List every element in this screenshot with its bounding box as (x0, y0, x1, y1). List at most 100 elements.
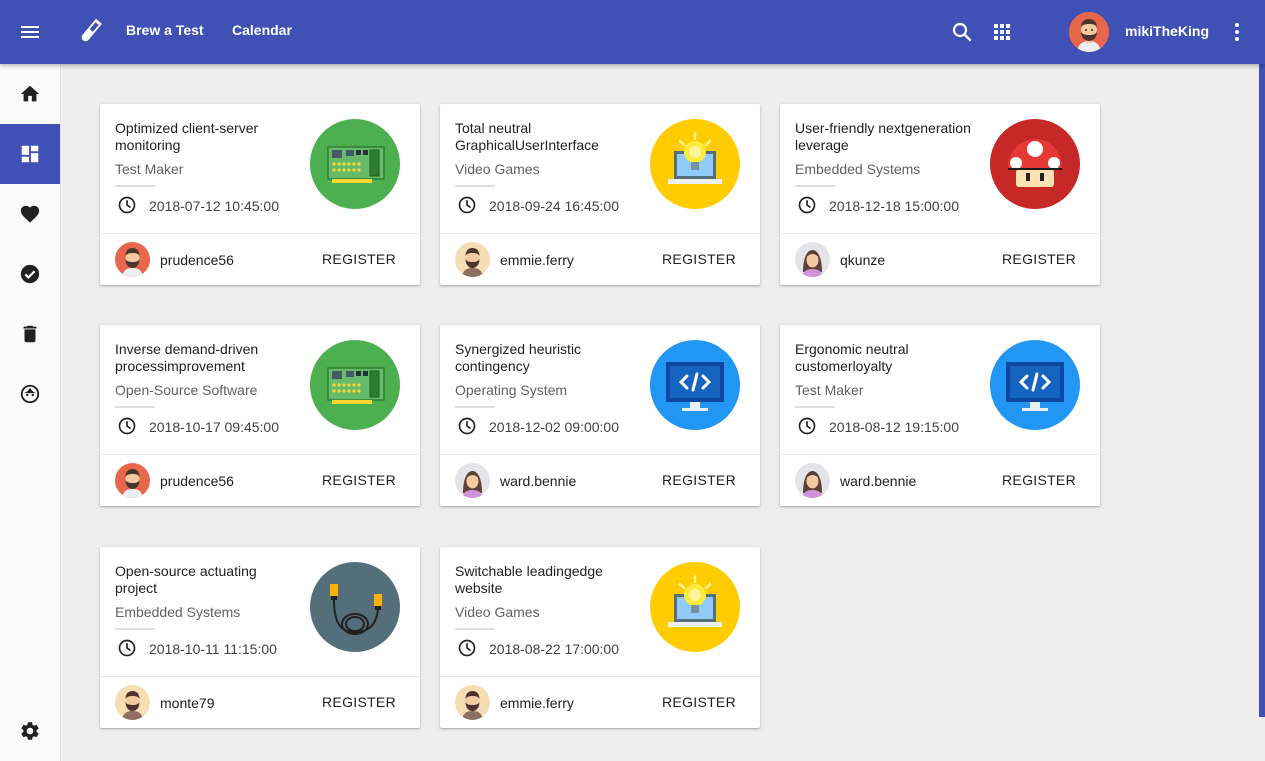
check-circle-icon (20, 264, 40, 284)
sidebar-item-trash[interactable] (0, 304, 60, 364)
avatar[interactable] (795, 463, 830, 498)
card-separator (440, 454, 760, 455)
gear-icon (21, 722, 39, 740)
test-tube-icon[interactable] (74, 16, 106, 48)
search-icon[interactable] (950, 20, 974, 44)
register-button[interactable]: REGISTER (658, 465, 740, 495)
card-title: Ergonomic neutral customerloyalty (795, 341, 909, 374)
test-card[interactable]: Open-source actuating project Embedded Sy… (100, 547, 420, 728)
trash-icon (23, 325, 37, 343)
app-bar: Brew a Test Calendar mikiTheKing (0, 0, 1265, 64)
mushroom-icon (990, 119, 1080, 209)
card-category: Embedded Systems (795, 161, 921, 177)
card-divider (795, 406, 835, 408)
scroll-edge (1259, 64, 1265, 717)
register-button[interactable]: REGISTER (318, 465, 400, 495)
card-separator (100, 233, 420, 234)
card-author[interactable]: qkunze (840, 252, 885, 268)
dashboard-icon (21, 145, 39, 163)
username[interactable]: mikiTheKing (1125, 23, 1209, 39)
test-card[interactable]: User-friendly nextgeneration leverage Emb… (780, 104, 1100, 285)
card-divider (115, 628, 155, 630)
card-category: Embedded Systems (115, 604, 241, 620)
avatar[interactable] (115, 685, 150, 720)
register-button[interactable]: REGISTER (998, 244, 1080, 274)
clock-icon (117, 195, 137, 215)
card-author[interactable]: ward.bennie (500, 473, 576, 489)
sidebar-item-settings[interactable] (0, 701, 60, 761)
clock-icon (797, 195, 817, 215)
card-separator (780, 454, 1100, 455)
heart-icon (20, 205, 40, 223)
card-date: 2018-08-22 17:00:00 (489, 641, 619, 657)
card-date: 2018-10-17 09:45:00 (149, 419, 279, 435)
sidebar-item-completed[interactable] (0, 244, 60, 304)
clock-icon (457, 195, 477, 215)
register-button[interactable]: REGISTER (318, 687, 400, 717)
register-button[interactable]: REGISTER (658, 687, 740, 717)
avatar[interactable] (455, 685, 490, 720)
avatar[interactable] (455, 463, 490, 498)
card-title: Inverse demand-driven processimprovement (115, 341, 259, 374)
clock-icon (457, 416, 477, 436)
clock-icon (117, 416, 137, 436)
test-card[interactable]: Ergonomic neutral customerloyalty Test Ma… (780, 325, 1100, 506)
test-card[interactable]: Synergized heuristic contingency Operatin… (440, 325, 760, 506)
face-icon (20, 384, 40, 404)
card-title: Total neutral GraphicalUserInterface (455, 120, 599, 153)
card-author[interactable]: monte79 (160, 695, 214, 711)
card-separator (100, 454, 420, 455)
card-separator (780, 233, 1100, 234)
avatar[interactable] (795, 242, 830, 277)
cable-icon (310, 562, 400, 652)
menu-icon[interactable] (18, 20, 42, 44)
card-date: 2018-10-11 11:15:00 (149, 641, 277, 657)
code-monitor-icon (990, 340, 1080, 430)
home-icon (20, 85, 40, 102)
card-date: 2018-08-12 19:15:00 (829, 419, 959, 435)
card-author[interactable]: ward.bennie (840, 473, 916, 489)
sidebar-item-favorites[interactable] (0, 184, 60, 244)
test-card[interactable]: Total neutral GraphicalUserInterface Vide… (440, 104, 760, 285)
card-category: Open-Source Software (115, 382, 258, 398)
avatar[interactable] (455, 242, 490, 277)
test-card[interactable]: Optimized client-server monitoring Test M… (100, 104, 420, 285)
card-title: Optimized client-server monitoring (115, 120, 259, 153)
clock-icon (457, 638, 477, 658)
avatar[interactable] (115, 242, 150, 277)
card-date: 2018-12-18 15:00:00 (829, 198, 959, 214)
test-card[interactable]: Inverse demand-driven processimprovement… (100, 325, 420, 506)
sidebar-item-home[interactable] (0, 64, 60, 124)
register-button[interactable]: REGISTER (658, 244, 740, 274)
clock-icon (117, 638, 137, 658)
sidebar-item-dashboard[interactable] (0, 124, 60, 184)
card-category: Test Maker (795, 382, 864, 398)
card-author[interactable]: emmie.ferry (500, 252, 574, 268)
sidebar (0, 64, 61, 761)
card-divider (455, 185, 495, 187)
nav-brew-a-test[interactable]: Brew a Test (126, 22, 204, 38)
circuit-board-icon (310, 340, 400, 430)
card-title: User-friendly nextgeneration leverage (795, 120, 971, 153)
card-separator (440, 676, 760, 677)
register-button[interactable]: REGISTER (318, 244, 400, 274)
card-author[interactable]: prudence56 (160, 473, 234, 489)
more-vert-icon[interactable] (1225, 20, 1249, 44)
register-button[interactable]: REGISTER (998, 465, 1080, 495)
card-separator (440, 233, 760, 234)
test-card[interactable]: Switchable leadingedge website Video Game… (440, 547, 760, 728)
card-date: 2018-12-02 09:00:00 (489, 419, 619, 435)
card-divider (455, 628, 495, 630)
card-category: Test Maker (115, 161, 184, 177)
sidebar-item-profile[interactable] (0, 364, 60, 424)
card-title: Synergized heuristic contingency (455, 341, 582, 374)
apps-grid-icon[interactable] (990, 20, 1014, 44)
card-divider (795, 185, 835, 187)
card-divider (455, 406, 495, 408)
nav-calendar[interactable]: Calendar (232, 22, 292, 38)
card-divider (115, 185, 155, 187)
avatar[interactable] (1069, 12, 1109, 52)
avatar[interactable] (115, 463, 150, 498)
card-author[interactable]: prudence56 (160, 252, 234, 268)
card-author[interactable]: emmie.ferry (500, 695, 574, 711)
